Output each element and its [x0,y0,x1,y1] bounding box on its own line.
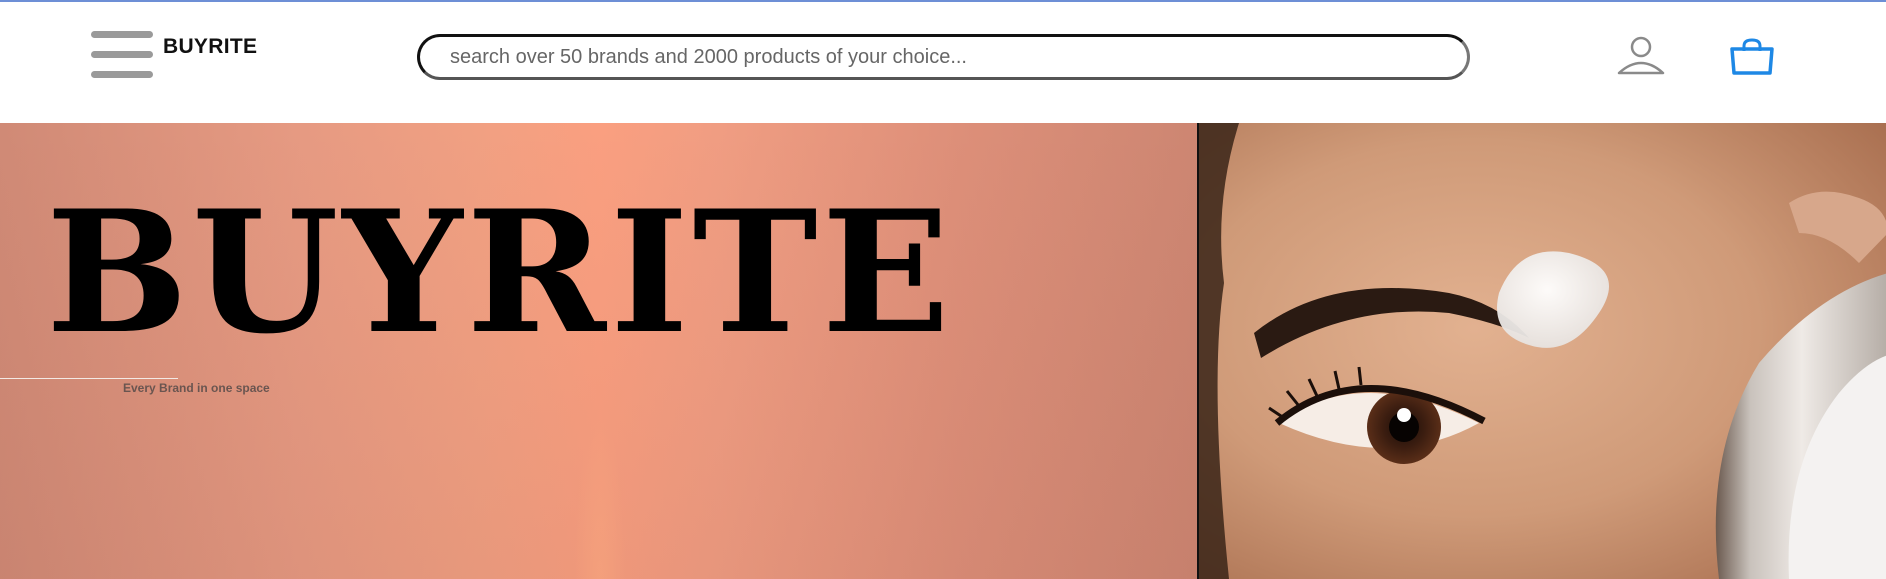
menu-bar [91,31,153,38]
hero-product-image [1197,123,1886,579]
hero-divider-line [0,378,178,379]
menu-bar [91,51,153,58]
shopping-bag-icon[interactable] [1728,38,1776,76]
menu-icon[interactable] [91,31,153,79]
hero-tagline: Every Brand in one space [123,381,270,395]
hero-title: BUYRITE [46,173,954,371]
skincare-model-image [1199,123,1886,579]
search-bar [417,34,1470,80]
user-icon[interactable] [1617,36,1665,76]
brand-logo-text[interactable]: BUYRITE [163,35,257,59]
user-icon-graphic [1617,36,1665,75]
top-navbar: BUYRITE [0,2,1886,123]
search-input[interactable] [420,37,1467,77]
shopping-bag-icon-graphic [1730,38,1774,75]
eye-highlight [1397,408,1411,422]
menu-bar [91,71,153,78]
hero-banner: BUYRITE Every Brand in one space [0,123,1198,579]
